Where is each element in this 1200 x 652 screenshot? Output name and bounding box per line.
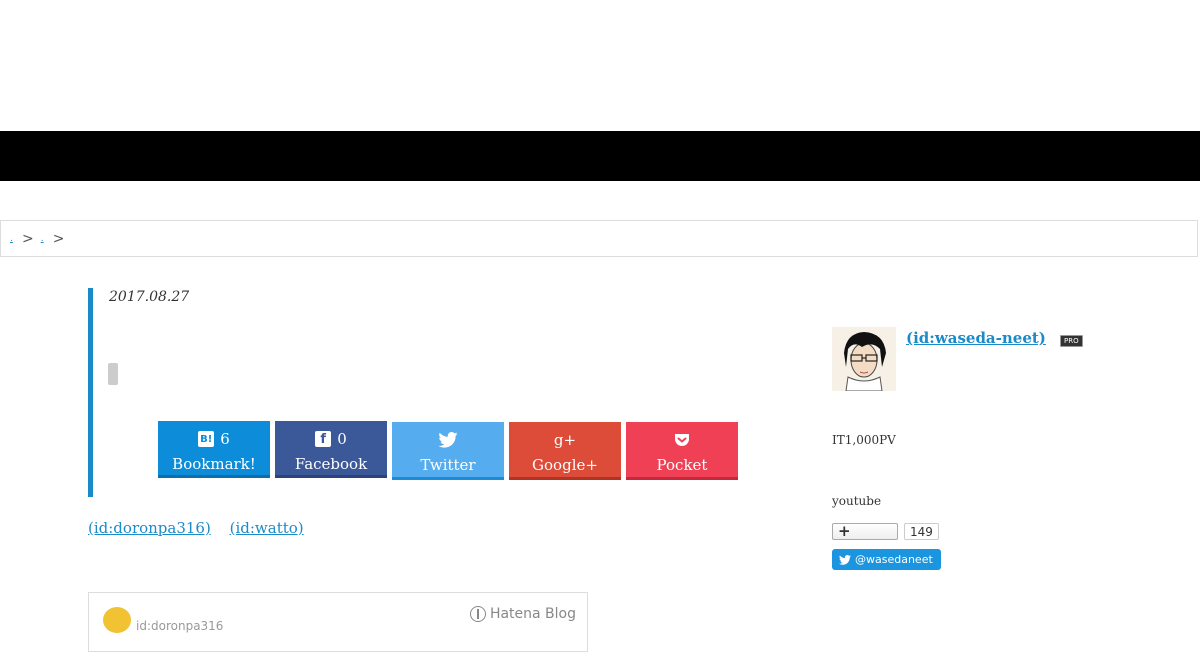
googleplus-label: Google+ xyxy=(532,456,598,474)
profile-avatar-illustration xyxy=(832,327,896,391)
author-id-links: (id:doronpa316) (id:watto) xyxy=(88,519,318,537)
plus-icon: + xyxy=(838,522,851,540)
youtube-text: youtube xyxy=(832,494,882,508)
twitter-label: Twitter xyxy=(420,456,476,474)
twitter-follow-button[interactable]: @wasedaneet xyxy=(832,549,941,570)
global-nav-bar xyxy=(0,131,1200,181)
facebook-icon: f xyxy=(315,431,332,447)
breadcrumb: . > . > xyxy=(0,220,1198,257)
breadcrumb-link-home[interactable]: . xyxy=(10,234,15,244)
hatena-bookmark-button[interactable]: B! 6 Bookmark! xyxy=(158,421,270,478)
pro-badge: PRO xyxy=(1060,335,1083,347)
blog-embed-card[interactable]: id:doronpa316 Hatena Blog xyxy=(88,592,588,652)
hatena-blog-icon xyxy=(469,606,486,622)
hatena-blog-logo: Hatena Blog xyxy=(469,606,576,622)
pocket-icon xyxy=(675,434,689,446)
author-link-watto[interactable]: (id:watto) xyxy=(230,519,304,537)
googleplus-share-button[interactable]: g+ Google+ xyxy=(509,422,621,480)
facebook-label: Facebook xyxy=(294,455,368,473)
embed-avatar xyxy=(103,607,131,633)
profile-description: IT1,000PV xyxy=(832,433,896,447)
hatena-bookmark-label: Bookmark! xyxy=(172,455,256,473)
author-link-doronpa316[interactable]: (id:doronpa316) xyxy=(88,519,211,537)
facebook-share-button[interactable]: f 0 Facebook xyxy=(275,421,387,478)
profile-id-link[interactable]: (id:waseda-neet) xyxy=(906,329,1046,347)
reader-count: 149 xyxy=(904,523,939,540)
twitter-bird-icon xyxy=(839,554,851,565)
hatena-bookmark-count: 6 xyxy=(220,430,230,448)
twitter-share-button[interactable]: Twitter xyxy=(392,422,504,480)
profile-avatar[interactable] xyxy=(832,327,896,391)
breadcrumb-separator: > xyxy=(22,230,34,247)
pocket-share-button[interactable]: Pocket xyxy=(626,422,738,480)
twitter-handle: @wasedaneet xyxy=(855,553,933,566)
pocket-label: Pocket xyxy=(656,456,708,474)
twitter-bird-icon xyxy=(438,432,458,448)
entry-date: 2017.08.27 xyxy=(109,289,190,305)
placeholder-image xyxy=(108,363,118,385)
reader-follow-button[interactable]: + xyxy=(832,522,898,540)
hatena-blog-label: Hatena Blog xyxy=(489,606,576,622)
breadcrumb-separator: > xyxy=(52,230,65,247)
hatena-bookmark-icon: B! xyxy=(198,431,215,447)
breadcrumb-link-category[interactable]: . xyxy=(41,234,46,244)
embed-author-id: id:doronpa316 xyxy=(136,619,224,633)
googleplus-icon: g+ xyxy=(553,431,577,449)
facebook-count: 0 xyxy=(337,430,347,448)
header-area xyxy=(0,0,1200,131)
